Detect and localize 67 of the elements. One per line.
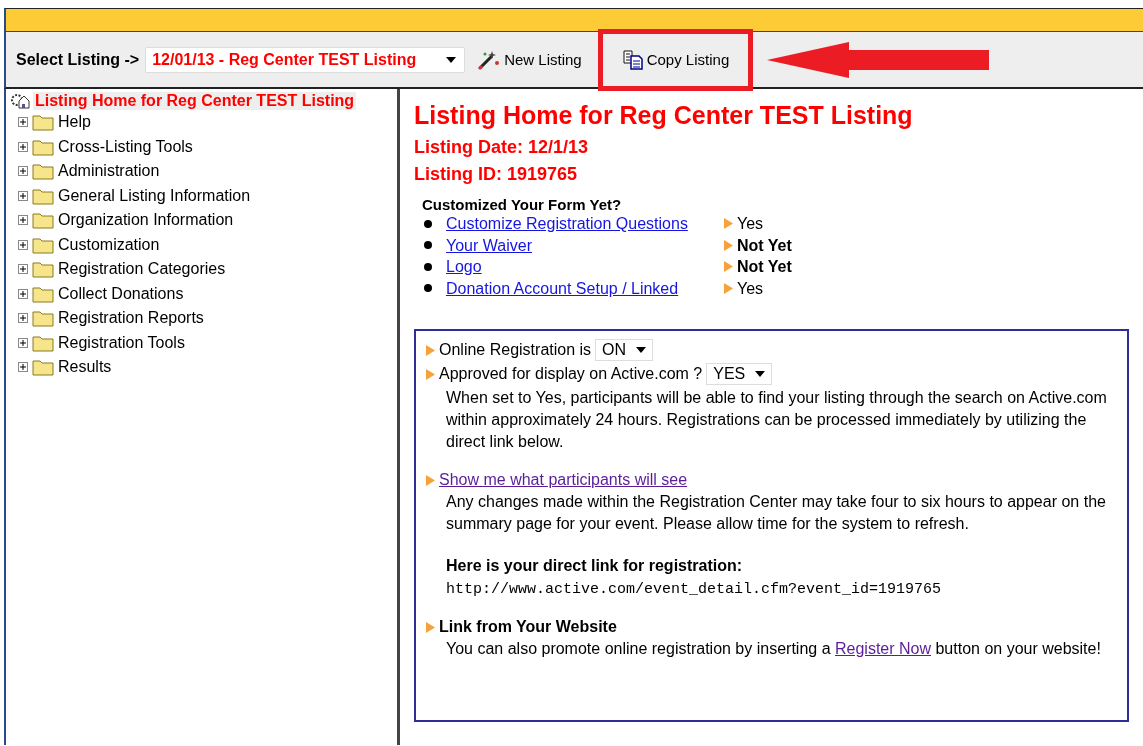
caret-icon: [446, 56, 457, 63]
note-text: When set to Yes, participants will be able to find your listing through the search on Active.com within approximately 24 hours. Registrations can be processed immediately by utilizing the direct link below.: [446, 388, 1108, 452]
status-text: Yes: [737, 278, 764, 299]
folder-icon: [32, 113, 54, 132]
new-listing-button[interactable]: New Listing: [471, 44, 588, 75]
triangle-icon: [724, 261, 733, 273]
select-label: Select Listing ->: [16, 50, 140, 69]
preview-link[interactable]: Show me what participants will see: [439, 471, 688, 489]
triangle-icon: [426, 344, 435, 356]
tree-item[interactable]: Customization: [10, 232, 397, 257]
register-now-link[interactable]: Register Now: [835, 640, 931, 657]
checklist-heading: Customized Your Form Yet?: [422, 196, 623, 213]
folder-icon: [32, 358, 54, 377]
tree-item[interactable]: Help: [10, 110, 397, 135]
triangle-icon: [426, 621, 435, 633]
bullet-icon: [424, 284, 432, 293]
bullet-icon: [424, 241, 432, 250]
note-text: You can also promote online registration by inserting a Register Now button on your website!: [446, 639, 1102, 659]
folder-icon: [32, 137, 54, 156]
status-text: Yes: [737, 214, 764, 234]
folder-icon: [32, 186, 54, 205]
listing-select[interactable]: 12/01/13 - Reg Center TEST Listing: [145, 46, 466, 73]
dropdown[interactable]: YES: [706, 363, 773, 385]
tree-item[interactable]: Collect Donations: [10, 281, 397, 306]
checklist-link[interactable]: Logo: [446, 256, 716, 278]
listing-id: Listing ID: 1919765: [414, 163, 579, 186]
listing-date: Listing Date: 12/1/13: [414, 136, 590, 159]
bullet-icon: [424, 262, 432, 271]
section-heading: Link from Your Website: [439, 618, 617, 636]
tree-item[interactable]: Organization Information: [10, 208, 397, 233]
note-text: Any changes made within the Registration Center may take four to six hours to appear on the summary page for your event. Please allow time for the system to refresh.: [446, 492, 1107, 534]
checklist-link[interactable]: Your Waiver: [446, 234, 716, 256]
direct-link-url: http://www.active.com/event_detail.cfm?event_id=1919765: [446, 581, 943, 598]
folder-icon: [32, 309, 54, 328]
page-title: Listing Home for Reg Center TEST Listing: [414, 101, 914, 130]
tree-item[interactable]: Results: [10, 355, 397, 380]
dropdown[interactable]: ON: [595, 339, 654, 361]
triangle-icon: [724, 239, 733, 251]
copy-icon: [621, 49, 644, 70]
folder-icon: [32, 211, 54, 230]
caret-icon: [636, 347, 647, 353]
tree-item[interactable]: Cross-Listing Tools: [10, 134, 397, 159]
folder-icon: [32, 333, 54, 352]
triangle-icon: [426, 474, 435, 486]
folder-icon: [32, 260, 54, 279]
bullet-icon: [424, 219, 432, 228]
folder-icon: [32, 235, 54, 254]
direct-link-heading: Here is your direct link for registration:: [446, 557, 744, 575]
checklist-link[interactable]: Donation Account Setup / Linked: [446, 277, 716, 299]
setting-label: Approved for display on Active.com ?: [439, 365, 703, 383]
copy-listing-button[interactable]: Copy Listing: [597, 28, 754, 91]
tree-item[interactable]: Registration Categories: [10, 257, 397, 282]
folder-icon: [32, 162, 54, 181]
status-text: Not Yet: [737, 257, 792, 277]
triangle-icon: [724, 218, 733, 230]
folder-icon: [32, 284, 54, 303]
tree-item[interactable]: Administration: [10, 159, 397, 184]
triangle-icon: [426, 368, 435, 380]
tree-item[interactable]: Registration Tools: [10, 330, 397, 355]
tree-item[interactable]: Registration Reports: [10, 306, 397, 331]
checklist-link[interactable]: Customize Registration Questions: [446, 213, 716, 235]
tree-item[interactable]: General Listing Information: [10, 183, 397, 208]
triangle-icon: [724, 282, 733, 294]
status-text: Not Yet: [737, 235, 792, 256]
setting-label: Online Registration is: [439, 341, 592, 359]
caret-icon: [755, 371, 766, 377]
home-gear-icon: [10, 92, 30, 110]
